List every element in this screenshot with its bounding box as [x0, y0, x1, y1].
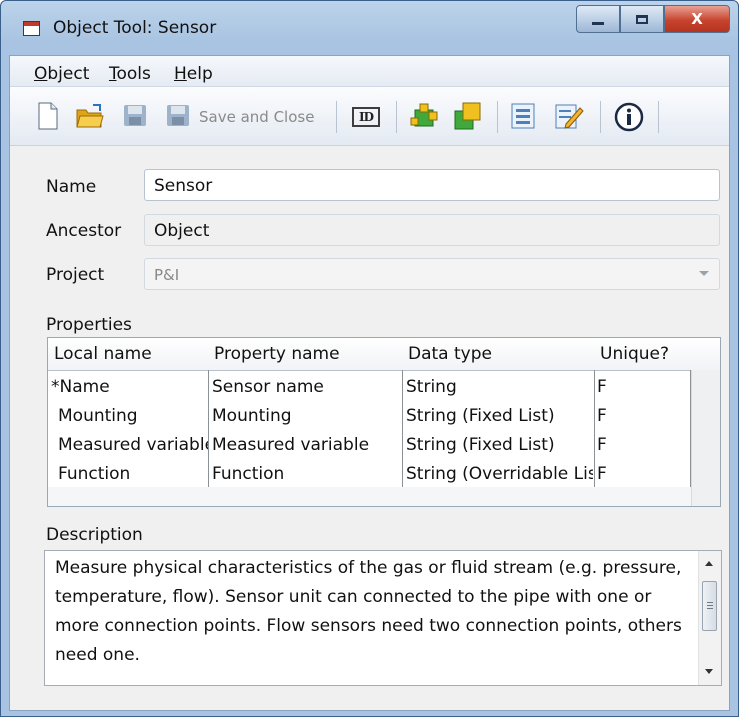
cell-unique: F: [597, 377, 607, 397]
column-divider: [402, 370, 403, 487]
cell-local-name: Mounting: [58, 406, 138, 426]
title-bar[interactable]: Object Tool: Sensor X: [1, 1, 738, 55]
ancestor-label: Ancestor: [46, 221, 122, 241]
project-select[interactable]: P&I: [144, 258, 720, 290]
shapes-icon: [454, 102, 481, 130]
save-button[interactable]: [122, 102, 148, 130]
window-title: Object Tool: Sensor: [53, 18, 217, 38]
column-divider: [208, 370, 209, 487]
cell-property-name: Mounting: [212, 406, 292, 426]
cell-data-type: String (Fixed List): [406, 435, 555, 455]
toolbar-separator: [600, 101, 601, 133]
minimize-icon: [592, 21, 604, 25]
toolbar-separator: [658, 101, 659, 133]
cell-unique: F: [597, 435, 607, 455]
column-header-local-name[interactable]: Local name: [48, 338, 208, 370]
connection-points-button[interactable]: [410, 102, 438, 130]
column-header-unique[interactable]: Unique?: [594, 338, 720, 370]
description-textarea[interactable]: Measure physical characteristics of the …: [44, 550, 722, 686]
minimize-button[interactable]: [576, 5, 620, 33]
edit-form-icon: [555, 104, 584, 129]
cell-local-name: Function: [58, 464, 131, 484]
description-text[interactable]: Measure physical characteristics of the …: [55, 554, 695, 670]
open-button[interactable]: [76, 102, 104, 130]
description-label: Description: [46, 525, 143, 545]
ancestor-field: Object: [144, 214, 720, 246]
cell-property-name: Measured variable: [212, 435, 370, 455]
save-and-close-icon: [167, 105, 189, 126]
id-button[interactable]: ID: [352, 107, 380, 127]
description-scrollbar[interactable]: [698, 551, 721, 685]
maximize-button[interactable]: [620, 5, 664, 33]
cell-data-type: String: [406, 377, 457, 397]
name-input[interactable]: Sensor: [144, 169, 720, 201]
project-value: P&I: [154, 266, 180, 284]
edit-connection-points-icon: [410, 103, 438, 127]
object-tool-window: Object Tool: Sensor X Object Tools Help: [0, 0, 739, 717]
properties-table[interactable]: Local name Property name Data type Uniqu…: [47, 337, 721, 507]
save-icon: [124, 105, 146, 126]
column-divider: [594, 370, 595, 487]
save-and-close-button[interactable]: [165, 102, 191, 130]
maximize-icon: [636, 14, 648, 24]
info-button[interactable]: [614, 102, 644, 132]
id-icon: ID: [358, 110, 374, 124]
menu-help[interactable]: Help: [174, 64, 213, 84]
toolbar-separator: [497, 101, 498, 133]
cell-data-type: String (Overridable List): [406, 464, 593, 484]
cell-unique: F: [597, 464, 607, 484]
client-area: Object Tools Help Save and Close ID Name…: [9, 55, 730, 711]
form-button[interactable]: [510, 102, 536, 130]
info-icon: [614, 102, 644, 132]
new-document-button[interactable]: [37, 102, 63, 130]
cell-property-name: Function: [212, 464, 285, 484]
scroll-up-icon[interactable]: [705, 561, 713, 566]
toolbar: Save and Close ID: [10, 87, 729, 146]
properties-label: Properties: [46, 315, 132, 335]
chevron-down-icon: [699, 271, 709, 276]
cell-data-type: String (Fixed List): [406, 406, 555, 426]
cell-property-name: Sensor name: [212, 377, 324, 397]
table-header: Local name Property name Data type Uniqu…: [48, 338, 720, 371]
table-scrollbar[interactable]: [691, 370, 720, 506]
cell-unique: F: [597, 406, 607, 426]
shapes-button[interactable]: [454, 102, 481, 130]
cell-local-name: *Name: [51, 377, 110, 397]
menu-object[interactable]: Object: [34, 64, 89, 84]
edit-form-button[interactable]: [554, 102, 584, 130]
form-icon: [511, 103, 535, 129]
open-folder-icon: [76, 104, 104, 128]
scroll-down-icon[interactable]: [705, 669, 713, 674]
column-header-data-type[interactable]: Data type: [402, 338, 594, 370]
save-and-close-label[interactable]: Save and Close: [199, 108, 314, 126]
project-label: Project: [46, 265, 105, 285]
menu-bar: Object Tools Help: [10, 56, 729, 87]
close-icon: X: [691, 10, 703, 28]
new-document-icon: [38, 102, 58, 130]
cell-local-name: Measured variable: [58, 435, 208, 455]
toolbar-separator: [336, 101, 337, 133]
toolbar-separator: [396, 101, 397, 133]
scroll-thumb[interactable]: [702, 581, 717, 631]
column-header-property-name[interactable]: Property name: [208, 338, 402, 370]
app-window-icon: [23, 21, 40, 36]
menu-tools[interactable]: Tools: [109, 64, 151, 84]
name-label: Name: [46, 177, 97, 197]
table-empty-area: [48, 487, 691, 506]
close-button[interactable]: X: [664, 5, 730, 33]
